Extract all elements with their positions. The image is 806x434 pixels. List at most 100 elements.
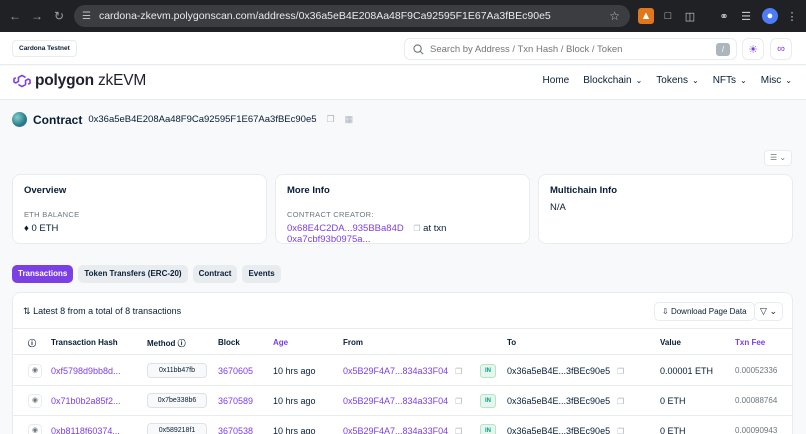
search-shortcut-badge: / xyxy=(716,43,730,56)
reload-icon[interactable]: ↻ xyxy=(48,5,70,27)
to-cell: 0x36a5eB4E...3fBEc90e5 ❐ xyxy=(507,426,624,434)
method-badge: 0x589218f1 xyxy=(147,423,207,434)
to-address: 0x36a5eB4E...3fBEc90e5 xyxy=(507,426,611,434)
download-icon: ⇩ xyxy=(662,307,669,316)
copy-icon[interactable]: ❐ xyxy=(617,367,624,376)
contract-address: 0x36a5eB4E208Aa48F9Ca92595F1E67Aa3fBEc90… xyxy=(88,114,317,125)
copy-icon[interactable]: ❐ xyxy=(327,114,335,125)
main-menu: Home Blockchain ⌄ Tokens ⌄ NFTs ⌄ Misc ⌄ xyxy=(529,75,792,86)
logo-text: polygon zkEVM xyxy=(35,72,146,90)
from-cell: 0x5B29F4A7...834a33F04 ❐ xyxy=(343,396,462,406)
reader-extension-icon[interactable]: □ xyxy=(660,8,676,24)
eth-balance-row: ♦ 0 ETH xyxy=(24,223,255,234)
bookmark-star-icon[interactable]: ☆ xyxy=(609,9,620,23)
tab-events[interactable]: Events xyxy=(242,265,281,283)
eye-icon[interactable]: ◉ xyxy=(28,394,42,408)
metamask-extension-icon[interactable]: ▲ xyxy=(638,8,654,24)
address-tabs: Transactions Token Transfers (ERC-20) Co… xyxy=(12,265,281,283)
filter-button[interactable]: ▽ ⌄ xyxy=(754,302,783,321)
from-address-link[interactable]: 0x5B29F4A7...834a33F04 xyxy=(343,396,448,406)
copy-icon[interactable]: ❐ xyxy=(455,397,462,406)
from-address-link[interactable]: 0x5B29F4A7...834a33F04 xyxy=(343,426,448,434)
contract-label: Contract xyxy=(33,112,83,127)
direction-in-badge: IN xyxy=(480,394,496,408)
col-transaction-hash: Transaction Hash xyxy=(51,338,118,347)
txn-hash-link[interactable]: 0xf5798d9bb8d... xyxy=(51,366,121,376)
eth-balance-label: ETH BALANCE xyxy=(24,210,80,219)
to-address: 0x36a5eB4E...3fBEc90e5 xyxy=(507,366,611,376)
creator-address-link[interactable]: 0x68E4C2DA...935BBa84D xyxy=(287,223,404,234)
profile-icon[interactable]: ● xyxy=(762,8,778,24)
menu-item-tokens[interactable]: Tokens ⌄ xyxy=(656,75,698,86)
sort-icon: ⇅ xyxy=(23,306,31,316)
sync-extension-icon[interactable]: ⚭ xyxy=(716,8,732,24)
forward-arrow-icon[interactable]: → xyxy=(26,5,48,27)
copy-icon[interactable]: ❐ xyxy=(413,224,420,233)
contract-avatar xyxy=(12,112,27,127)
table-row: ◉ 0x71b0b2a85f2... 0x7be338b6 3670589 10… xyxy=(13,386,792,416)
tab-transactions[interactable]: Transactions xyxy=(12,265,74,283)
block-link[interactable]: 3670538 xyxy=(218,426,253,434)
col-age[interactable]: Age xyxy=(273,338,288,347)
multichain-info-card: Multichain Info N/A xyxy=(538,174,793,244)
method-badge: 0x11bb47fb xyxy=(147,363,207,378)
fee-cell: 0.00090943 xyxy=(735,426,778,434)
block-link[interactable]: 3670605 xyxy=(218,366,253,376)
creation-txn-link[interactable]: 0xa7cbf93b0975a... xyxy=(287,234,370,245)
multichain-value: N/A xyxy=(550,202,566,213)
site-settings-icon[interactable]: ☰ xyxy=(82,11,91,22)
chevron-down-icon: ⌄ xyxy=(785,76,792,85)
overview-title: Overview xyxy=(24,185,67,196)
back-arrow-icon[interactable]: ← xyxy=(4,5,26,27)
help-icon[interactable]: ⓘ xyxy=(28,338,36,349)
polygon-network-button[interactable]: ∞ xyxy=(770,38,792,60)
menu-label: Blockchain xyxy=(583,75,632,86)
from-address-link[interactable]: 0x5B29F4A7...834a33F04 xyxy=(343,366,448,376)
info-icon[interactable]: ⓘ xyxy=(178,339,186,348)
browser-menu-icon[interactable]: ⋮ xyxy=(784,8,800,24)
col-from: From xyxy=(343,338,363,347)
site-logo[interactable]: polygon zkEVM xyxy=(13,72,146,90)
search-box[interactable]: / xyxy=(404,38,737,60)
transactions-summary: ⇅ Latest 8 from a total of 8 transaction… xyxy=(23,306,181,317)
more-options-dropdown[interactable]: ☰ ⌄ xyxy=(764,150,792,166)
download-page-data-button[interactable]: ⇩ Download Page Data xyxy=(654,302,755,321)
top-bar: Cardona Testnet / ☀ ∞ xyxy=(0,32,806,65)
tab-contract[interactable]: Contract xyxy=(192,265,238,283)
eye-icon[interactable]: ◉ xyxy=(28,424,42,434)
qr-code-icon[interactable]: ▦ xyxy=(345,114,354,125)
txn-hash-link[interactable]: 0xb8118f60374... xyxy=(51,426,120,434)
address-bar[interactable]: ☰ cardona-zkevm.polygonscan.com/address/… xyxy=(74,5,630,27)
block-link[interactable]: 3670589 xyxy=(218,396,253,406)
media-extension-icon[interactable]: ☰ xyxy=(738,8,754,24)
site-header: polygon zkEVM Home Blockchain ⌄ Tokens ⌄ N… xyxy=(0,66,806,100)
transactions-panel: ⇅ Latest 8 from a total of 8 transaction… xyxy=(12,292,793,434)
menu-label: Home xyxy=(542,75,570,86)
txn-hash-link[interactable]: 0x71b0b2a85f2... xyxy=(51,396,121,406)
puzzle-extension-icon[interactable]: ◫ xyxy=(682,8,698,24)
logo-bold-text: polygon xyxy=(35,72,94,89)
tab-token-transfers[interactable]: Token Transfers (ERC-20) xyxy=(78,265,188,283)
menu-item-blockchain[interactable]: Blockchain ⌄ xyxy=(583,75,642,86)
contract-creator-row: 0x68E4C2DA...935BBa84D ❐ at txn 0xa7cbf9… xyxy=(287,223,518,245)
copy-icon[interactable]: ❐ xyxy=(455,367,462,376)
age-cell: 10 hrs ago xyxy=(273,366,316,376)
contract-creator-label: CONTRACT CREATOR: xyxy=(287,210,374,219)
network-badge[interactable]: Cardona Testnet xyxy=(12,40,77,57)
copy-icon[interactable]: ❐ xyxy=(617,427,624,434)
search-input[interactable] xyxy=(430,43,710,55)
eye-icon[interactable]: ◉ xyxy=(28,364,42,378)
table-row: ◉ 0xb8118f60374... 0x589218f1 3670538 10… xyxy=(13,416,792,434)
menu-item-nfts[interactable]: NFTs ⌄ xyxy=(713,75,747,86)
copy-icon[interactable]: ❐ xyxy=(455,427,462,434)
value-cell: 0.00001 ETH xyxy=(660,366,714,376)
method-badge: 0x7be338b6 xyxy=(147,393,207,408)
menu-item-misc[interactable]: Misc ⌄ xyxy=(761,75,792,86)
copy-icon[interactable]: ❐ xyxy=(617,397,624,406)
theme-toggle-button[interactable]: ☀ xyxy=(742,38,764,60)
col-txn-fee[interactable]: Txn Fee xyxy=(735,338,765,347)
menu-item-home[interactable]: Home xyxy=(543,75,570,86)
chevron-down-icon: ⌄ xyxy=(740,76,747,85)
from-cell: 0x5B29F4A7...834a33F04 ❐ xyxy=(343,426,462,434)
sun-icon: ☀ xyxy=(748,43,758,56)
